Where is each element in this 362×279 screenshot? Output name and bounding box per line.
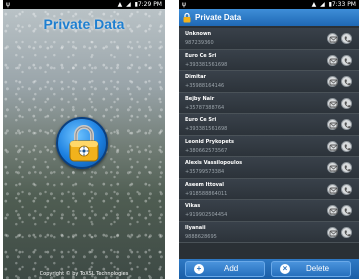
phone-icon[interactable] — [341, 119, 352, 130]
status-time: 7:29 PM — [137, 1, 162, 8]
contact-name: Vikas — [185, 203, 201, 209]
contact-name: Bejby Nair — [185, 95, 215, 102]
message-icon[interactable] — [327, 97, 338, 109]
contact-row[interactable]: Unknown 987239360 — [179, 28, 359, 50]
contact-number: +380662573567 — [185, 147, 228, 154]
contact-row[interactable]: Alexis Vassilopoulos +35799573384 — [179, 157, 359, 179]
contacts-screen: ψ ▲ ◢ ▮ 7:33 PM Private Data Unknown 9872… — [179, 0, 359, 279]
add-label: Add — [224, 264, 239, 273]
usb-icon: ψ — [6, 1, 10, 8]
contact-number: +35787388764 — [185, 104, 225, 111]
contact-list: Unknown 987239360 Euro Ce Sri +393381561698… — [179, 28, 359, 243]
message-icon[interactable] — [327, 119, 338, 130]
screen-title: Private Data — [195, 13, 242, 22]
contact-name: Aseem Ittoval — [185, 181, 225, 188]
phone-icon[interactable] — [341, 226, 352, 238]
contact-row[interactable]: Ilyanaii 9888628695 — [179, 221, 359, 243]
contact-number: +35799573384 — [185, 169, 225, 175]
phone-icon[interactable] — [341, 140, 352, 152]
contact-name: Unknown — [185, 31, 212, 37]
contact-name: Leonid Prykopets — [185, 138, 234, 145]
signal-icons: ▲ ◢ ▮ — [311, 1, 333, 8]
phone-icon[interactable] — [341, 183, 352, 195]
message-icon[interactable] — [327, 76, 338, 87]
contact-row[interactable]: Vikas +919902504454 — [179, 200, 359, 222]
contact-number: 987239360 — [185, 40, 214, 46]
plus-icon: + — [194, 264, 204, 274]
title-bar: Private Data — [179, 9, 359, 26]
lock-screen: ψ ▲ ◢ ▮ 7:29 PM Private Data Copyright ©… — [3, 0, 165, 279]
contact-row[interactable]: Euro Ce Sri +393381561698 — [179, 114, 359, 136]
message-icon[interactable] — [327, 162, 338, 173]
contact-number: +918588864011 — [185, 190, 228, 197]
close-icon: × — [280, 264, 290, 274]
contact-name: Euro Ce Sri — [185, 117, 217, 123]
contact-name: Dimitar — [185, 74, 207, 80]
app-title: Private Data — [43, 16, 125, 32]
phone-icon[interactable] — [341, 76, 352, 87]
contact-row[interactable]: Aseem Ittoval +918588864011 — [179, 178, 359, 200]
delete-button[interactable]: × Delete — [271, 261, 351, 277]
phone-icon[interactable] — [341, 54, 352, 66]
contact-number: +35988164146 — [185, 83, 225, 89]
contact-row[interactable]: Leonid Prykopets +380662573567 — [179, 135, 359, 157]
contact-number: +919902504454 — [185, 212, 228, 218]
delete-label: Delete — [306, 264, 330, 273]
lock-app-icon — [183, 12, 191, 23]
contact-name: Euro Ce Sri — [185, 52, 217, 59]
contact-row[interactable]: Bejby Nair +35787388764 — [179, 92, 359, 114]
unlock-button[interactable] — [56, 117, 108, 169]
phone-icon[interactable] — [341, 33, 352, 44]
phone-icon[interactable] — [341, 97, 352, 109]
status-time: 7:33 PM — [331, 1, 356, 8]
message-icon[interactable] — [327, 205, 338, 216]
contact-name: Alexis Vassilopoulos — [185, 160, 243, 166]
phone-icon[interactable] — [341, 162, 352, 173]
message-icon[interactable] — [327, 33, 338, 44]
signal-icons: ▲ ◢ ▮ — [117, 1, 139, 8]
contact-number: +393381561698 — [185, 61, 228, 68]
contact-row[interactable]: Dimitar +35988164146 — [179, 71, 359, 93]
add-button[interactable]: + Add — [185, 261, 265, 277]
message-icon[interactable] — [327, 140, 338, 152]
phone-icon[interactable] — [341, 205, 352, 216]
status-bar: ψ ▲ ◢ ▮ 7:29 PM — [3, 0, 165, 9]
bottom-bar: + Add × Delete — [179, 259, 359, 279]
message-icon[interactable] — [327, 226, 338, 238]
contact-number: 9888628695 — [185, 233, 217, 240]
padlock-icon — [69, 125, 99, 162]
message-icon[interactable] — [327, 54, 338, 66]
copyright-text: Copyright © by ToXSL Technologies — [39, 271, 129, 277]
usb-icon: ψ — [182, 1, 186, 8]
contact-number: +393381561698 — [185, 126, 228, 132]
status-bar: ψ ▲ ◢ ▮ 7:33 PM — [179, 0, 359, 9]
message-icon[interactable] — [327, 183, 338, 195]
contact-row[interactable]: Euro Ce Sri +393381561698 — [179, 49, 359, 71]
contact-name: Ilyanaii — [185, 224, 206, 231]
